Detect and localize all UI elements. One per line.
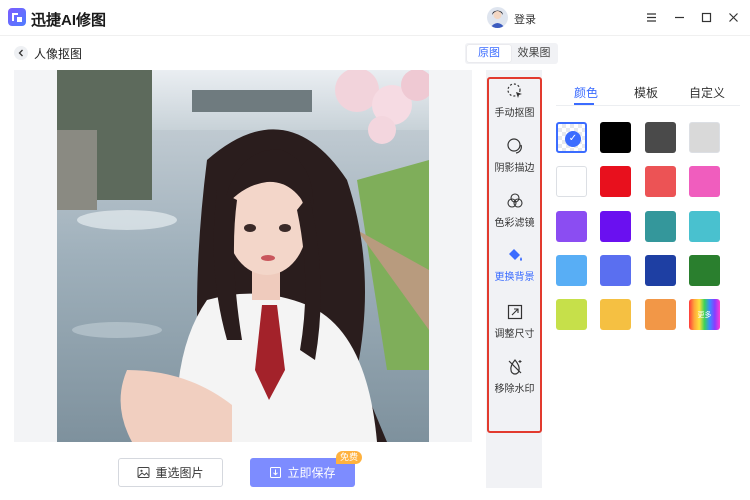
page-title: 人像抠图 [34,47,83,61]
free-badge: 免费 [336,451,363,464]
view-toggle: 原图 效果图 [465,43,558,64]
resize-icon [507,304,522,320]
swatch-5a6ff0[interactable] [600,255,631,286]
tab-custom[interactable]: 自定义 [689,84,725,101]
swatch-8b4df2[interactable] [556,211,587,242]
magic-cursor-icon [506,83,522,98]
swatch-more-colors[interactable]: 更多 [689,299,720,330]
user-avatar[interactable] [487,7,508,28]
swatch-c6e04a[interactable] [556,299,587,330]
tool-shadow-outline[interactable]: 阴影描边 [487,137,542,174]
paint-bucket-icon [508,249,522,261]
portrait-photo [57,70,429,442]
swatch-2a7f2e[interactable] [689,255,720,286]
toggle-original[interactable]: 原图 [467,45,511,62]
swatch-f5c042[interactable] [600,299,631,330]
maximize-icon[interactable] [698,9,714,25]
image-icon [137,467,150,478]
more-colors-label: 更多 [697,311,712,319]
tool-label: 色彩滤镜 [494,218,535,229]
active-tab-indicator [574,103,594,105]
back-button[interactable] [14,46,28,60]
swatch-49c1cf[interactable] [689,211,720,242]
tool-change-background[interactable]: 更换背景 [487,246,542,283]
swatch-f05dbe[interactable] [689,166,720,197]
tool-label: 移除水印 [494,384,535,395]
tool-label: 更换背景 [494,272,535,283]
swatch-d9d9d9[interactable] [689,122,720,153]
swatch-34979b[interactable] [645,211,676,242]
swatch-transparent[interactable]: ✓ [556,122,587,153]
tool-remove-watermark[interactable]: 移除水印 [487,358,542,395]
swatch-e8101d[interactable] [600,166,631,197]
app-logo-icon [8,8,26,26]
tab-template[interactable]: 模板 [634,84,658,101]
tool-manual-cutout[interactable]: 手动抠图 [487,82,542,119]
title-bar: 迅捷AI修图 登录 [0,0,750,36]
tool-label: 手动抠图 [494,108,535,119]
close-icon[interactable] [725,9,741,25]
save-label: 立即保存 [287,466,336,480]
swatch-ec5355[interactable] [645,166,676,197]
chevron-left-icon [18,49,23,57]
login-link[interactable]: 登录 [514,11,536,27]
swatch-ffffff[interactable] [556,166,587,197]
menu-icon[interactable] [643,9,659,25]
tool-label: 阴影描边 [494,163,535,174]
color-circles-icon [506,193,523,208]
tool-label: 调整尺寸 [494,329,535,340]
swatch-1e3fa3[interactable] [645,255,676,286]
reselect-label: 重选图片 [155,466,204,480]
swatch-f29747[interactable] [645,299,676,330]
tool-color-filter[interactable]: 色彩滤镜 [487,192,542,229]
toggle-result[interactable]: 效果图 [512,45,556,62]
reselect-image-button[interactable]: 重选图片 [118,458,223,487]
swatch-4a4a4a[interactable] [645,122,676,153]
app-title: 迅捷AI修图 [31,12,107,29]
swatch-6a10f0[interactable] [600,211,631,242]
minimize-icon[interactable] [671,9,687,25]
download-icon [270,467,282,478]
remove-watermark-icon [508,359,521,375]
check-icon: ✓ [565,131,581,147]
tool-resize[interactable]: 调整尺寸 [487,303,542,340]
swatch-000000[interactable] [600,122,631,153]
tab-color[interactable]: 颜色 [574,84,598,101]
swatch-58aef5[interactable] [556,255,587,286]
shadow-circle-icon [506,138,522,154]
